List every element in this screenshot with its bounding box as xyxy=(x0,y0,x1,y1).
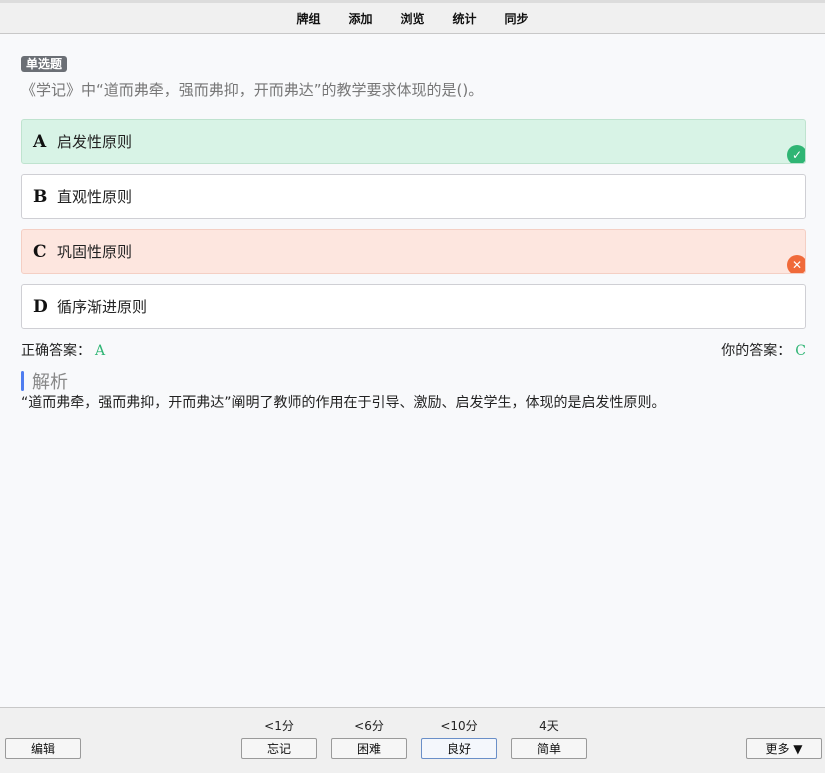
cross-icon: ✕ xyxy=(787,255,805,273)
bottom-bar: 编辑 <1分 忘记 <6分 困难 <10分 良好 4天 简单 更多 ▼ xyxy=(0,707,825,773)
option-letter: D xyxy=(33,296,48,317)
easy-button[interactable]: 简单 xyxy=(511,738,587,759)
ease-time-easy: 4天 xyxy=(539,719,559,733)
card-content: 单选题 《学记》中“道而弗牵，强而弗抑，开而弗达”的教学要求体现的是()。 A … xyxy=(0,35,825,707)
your-answer-label: 你的答案： xyxy=(721,343,792,359)
option-c[interactable]: C 巩固性原则 ✕ xyxy=(21,229,806,274)
option-d[interactable]: D 循序渐进原则 xyxy=(21,284,806,329)
correct-answer-label: 正确答案： xyxy=(21,343,91,359)
option-b[interactable]: B 直观性原则 xyxy=(21,174,806,219)
correct-answer-value: A xyxy=(95,343,106,359)
question-text: 《学记》中“道而弗牵，强而弗抑，开而弗达”的教学要求体现的是()。 xyxy=(21,81,484,99)
nav-sync[interactable]: 同步 xyxy=(491,10,543,27)
more-button[interactable]: 更多 ▼ xyxy=(746,738,822,759)
accent-bar xyxy=(21,371,24,391)
your-answer-value: C xyxy=(795,343,806,359)
analysis-text: “道而弗牵，强而弗抑，开而弗达”阐明了教师的作用在于引导、激励、启发学生，体现的… xyxy=(21,395,666,411)
nav-add[interactable]: 添加 xyxy=(334,10,386,27)
nav-browse[interactable]: 浏览 xyxy=(386,10,438,27)
ease-time-hard: <6分 xyxy=(354,719,384,733)
nav-decks[interactable]: 牌组 xyxy=(282,10,334,27)
answer-summary: 正确答案： A 你的答案： C xyxy=(21,340,806,360)
question-type-badge: 单选题 xyxy=(21,56,68,72)
option-letter: C xyxy=(33,241,47,262)
again-button[interactable]: 忘记 xyxy=(241,738,317,759)
option-letter: A xyxy=(33,131,47,152)
correct-answer: 正确答案： A xyxy=(21,340,105,360)
your-answer: 你的答案： C xyxy=(721,340,806,360)
option-text: 循序渐进原则 xyxy=(57,298,148,316)
option-text: 启发性原则 xyxy=(57,133,133,151)
analysis-heading: 解析 xyxy=(21,368,68,394)
option-a[interactable]: A 启发性原则 ✓ xyxy=(21,119,806,164)
edit-button[interactable]: 编辑 xyxy=(5,738,81,759)
nav-stats[interactable]: 统计 xyxy=(439,10,491,27)
option-letter: B xyxy=(33,186,48,207)
analysis-title: 解析 xyxy=(32,372,68,393)
top-nav-bar: 牌组 添加 浏览 统计 同步 xyxy=(0,0,825,34)
check-icon: ✓ xyxy=(787,145,805,163)
ease-time-again: <1分 xyxy=(264,719,294,733)
good-button[interactable]: 良好 xyxy=(421,738,497,759)
option-text: 直观性原则 xyxy=(57,188,133,206)
option-text: 巩固性原则 xyxy=(57,243,133,261)
hard-button[interactable]: 困难 xyxy=(331,738,407,759)
ease-time-good: <10分 xyxy=(440,719,478,733)
